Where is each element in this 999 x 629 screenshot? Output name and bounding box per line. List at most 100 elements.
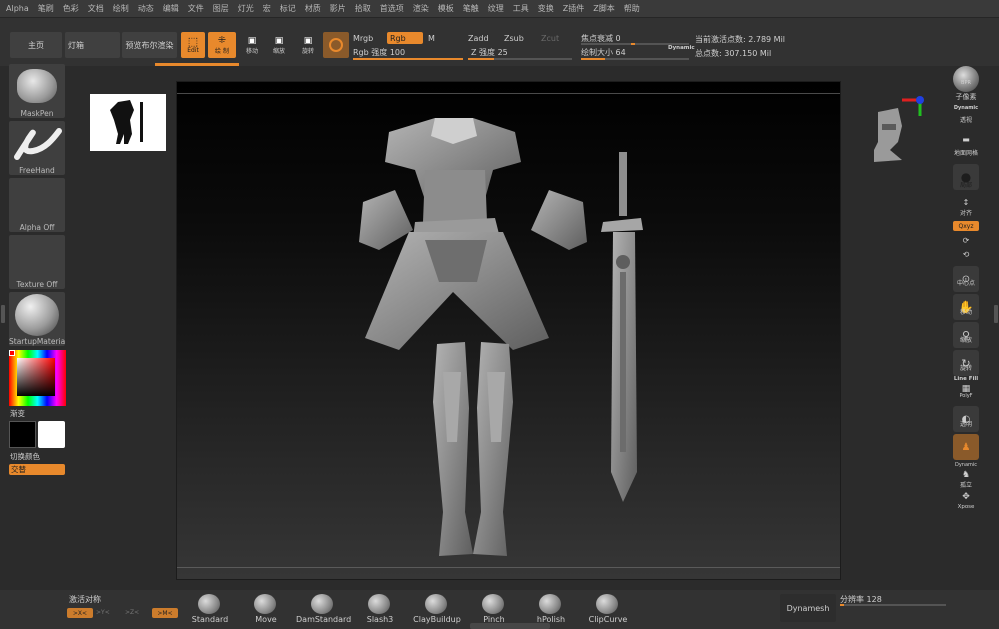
menu-item[interactable]: 变换 <box>538 3 554 14</box>
edit-button[interactable]: ⬚ Edit <box>181 32 205 58</box>
menu-item[interactable]: 纹理 <box>488 3 504 14</box>
zadd-toggle[interactable]: Zadd <box>468 34 489 43</box>
xyz-toggle[interactable]: Qxyz <box>953 221 979 231</box>
menu-item[interactable]: Z脚本 <box>593 3 614 14</box>
rgb-intensity-slider[interactable] <box>353 58 463 60</box>
menu-item[interactable]: 拾取 <box>355 3 371 14</box>
frame-button[interactable]: 对齐 <box>951 208 981 217</box>
menu-item[interactable]: 标记 <box>280 3 296 14</box>
brush-icon <box>198 594 220 614</box>
model-thumbnail[interactable] <box>90 94 166 151</box>
mrgb-toggle[interactable]: Mrgb <box>353 34 373 43</box>
sym-z-toggle[interactable]: >Z< <box>125 609 139 616</box>
draw-button[interactable]: ⁜ 绘 制 <box>208 32 236 58</box>
resolution-slider[interactable] <box>840 604 946 606</box>
menu-item[interactable]: 灯光 <box>238 3 254 14</box>
navigation-gizmo[interactable] <box>868 90 932 166</box>
brush-tile[interactable]: MaskPen <box>9 64 65 118</box>
brush-slash3[interactable]: Slash3 <box>353 592 407 624</box>
draw-label: 绘 制 <box>215 47 229 55</box>
menu-item[interactable]: 图层 <box>213 3 229 14</box>
material-tile[interactable]: StartupMaterial <box>9 292 65 346</box>
menu-item[interactable]: 材质 <box>305 3 321 14</box>
top-shelf: 主页 灯箱 预览布尔渲染 ⬚ Edit ⁜ 绘 制 ▣ 移动 ▣ 缩放 ▣ 旋转… <box>0 18 999 66</box>
menu-item[interactable]: 文档 <box>88 3 104 14</box>
menu-item[interactable]: 文件 <box>188 3 204 14</box>
secondary-color-swatch[interactable] <box>38 421 65 448</box>
menu-item[interactable]: 影片 <box>330 3 346 14</box>
left-tray-grip[interactable] <box>1 305 5 323</box>
menu-item[interactable]: 色彩 <box>63 3 79 14</box>
move-button[interactable]: ▣ 移动 <box>241 32 263 58</box>
menu-item[interactable]: 渲染 <box>413 3 429 14</box>
sym-y-toggle[interactable]: >Y< <box>96 609 110 616</box>
draw-size-slider[interactable] <box>581 58 689 60</box>
gradient-label[interactable]: 渐变 <box>10 408 25 419</box>
menu-item[interactable]: 编辑 <box>163 3 179 14</box>
bpr-render-button[interactable] <box>953 66 979 92</box>
zsub-toggle[interactable]: Zsub <box>504 34 524 43</box>
dynamic-toggle[interactable]: Dynamic <box>668 45 695 51</box>
texture-tile[interactable]: Texture Off <box>9 235 65 289</box>
switch-color-button[interactable]: 切换颜色 <box>10 451 40 462</box>
menu-item[interactable]: 绘制 <box>113 3 129 14</box>
menu-item[interactable]: 模板 <box>438 3 454 14</box>
rgb-toggle[interactable]: Rgb <box>387 32 423 44</box>
bpr-preview-button[interactable]: 预览布尔渲染 <box>122 32 177 58</box>
right-tray-grip[interactable] <box>994 305 998 323</box>
menu-item[interactable]: 工具 <box>513 3 529 14</box>
transparency-label: 透明 <box>959 421 972 428</box>
alpha-tile[interactable]: Alpha Off <box>9 178 65 232</box>
lightbox-button[interactable]: 灯箱 <box>65 32 120 58</box>
m-toggle[interactable]: M <box>428 34 435 43</box>
stroke-tile[interactable]: FreeHand <box>9 121 65 175</box>
bottom-tray-grip[interactable] <box>470 623 550 629</box>
menu-item[interactable]: 笔刷 <box>38 3 54 14</box>
solo-button[interactable]: 孤立 <box>951 480 981 489</box>
zcut-toggle[interactable]: Zcut <box>541 34 559 43</box>
menu-item[interactable]: 首选项 <box>380 3 404 14</box>
menu-item[interactable]: 宏 <box>263 3 271 14</box>
edit-label: Edit <box>187 46 199 54</box>
menu-item[interactable]: 动态 <box>138 3 154 14</box>
brush-clipcurve[interactable]: ClipCurve <box>581 592 635 624</box>
color-picker[interactable] <box>9 350 66 406</box>
menu-item[interactable]: Alpha <box>6 4 29 13</box>
color-square[interactable] <box>17 358 55 396</box>
rgb-intensity-label: Rgb 强度 100 <box>353 48 406 57</box>
material-sphere-button[interactable] <box>323 32 349 58</box>
menu-item[interactable]: Z插件 <box>563 3 584 14</box>
symmetry-label[interactable]: 激活对称 <box>69 594 101 605</box>
scale-button[interactable]: ▣ 缩放 <box>268 32 290 58</box>
floor-icon: ▬ <box>962 135 970 144</box>
brush-hpolish[interactable]: hPolish <box>524 592 578 624</box>
menu-item[interactable]: 帮助 <box>624 3 640 14</box>
z-intensity-slider[interactable] <box>468 58 572 60</box>
ghost-button[interactable]: ♟ <box>953 434 979 460</box>
subpixel-label[interactable]: 子像素 <box>951 92 981 102</box>
brush-label: Standard <box>191 615 229 624</box>
brush-move[interactable]: Move <box>239 592 293 624</box>
perspective-button[interactable]: 透视 <box>951 115 981 124</box>
sym-m-toggle[interactable]: >M< <box>152 608 178 618</box>
xpose-button[interactable]: Xpose <box>951 504 981 510</box>
canvas-viewport[interactable] <box>176 81 841 580</box>
brush-claybuildup[interactable]: ClayBuildup <box>410 592 464 624</box>
sym-x-toggle[interactable]: >X< <box>67 608 93 618</box>
line-fill-button[interactable]: Line Fill <box>951 376 981 382</box>
polyf-label[interactable]: PolyF <box>951 393 981 399</box>
brush-damstandard[interactable]: DamStandard <box>296 592 351 624</box>
main-color-swatch[interactable] <box>9 421 36 448</box>
alternate-button[interactable]: 交替 <box>9 464 65 475</box>
total-points: 总点数: 307.150 Mil <box>695 49 772 58</box>
rotate-button[interactable]: ▣ 旋转 <box>297 32 319 58</box>
scale-icon: ▣ <box>274 35 284 46</box>
dynamesh-button[interactable]: Dynamesh <box>780 594 836 622</box>
menu-item[interactable]: 笔触 <box>463 3 479 14</box>
brush-label: ClayBuildup <box>413 615 461 624</box>
brush-pinch[interactable]: Pinch <box>467 592 521 624</box>
floor-grid-button[interactable]: 地面网格 <box>951 148 981 157</box>
brush-standard[interactable]: Standard <box>183 592 237 624</box>
home-button[interactable]: 主页 <box>10 32 62 58</box>
brush-icon <box>482 594 504 614</box>
